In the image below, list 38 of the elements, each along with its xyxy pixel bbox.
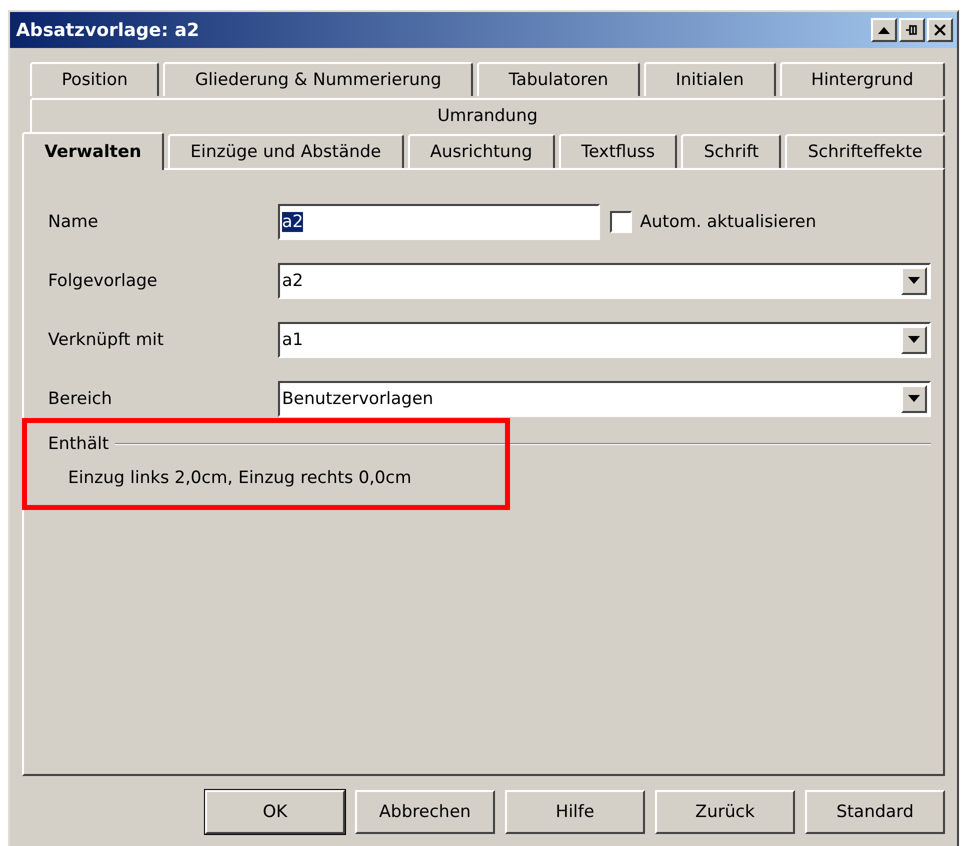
tab[interactable]: Initialen [644, 62, 776, 96]
checkbox-label: Autom. aktualisieren [640, 212, 816, 232]
tab[interactable]: Umrandung [30, 98, 945, 132]
contents-text: Einzug links 2,0cm, Einzug rechts 0,0cm [68, 468, 412, 488]
tab[interactable]: Schrifteffekte [785, 134, 945, 168]
field-label: Verknüpft mit [48, 330, 165, 350]
window-title: Absatzvorlage: a2 [16, 20, 200, 40]
tab[interactable]: Einzüge und Abstände [168, 134, 404, 168]
pin-button[interactable] [899, 18, 925, 42]
tab[interactable]: Ausrichtung [408, 134, 555, 168]
close-button[interactable] [927, 18, 953, 42]
name-field[interactable]: a2 [278, 204, 600, 240]
group-title: Enthält [48, 434, 109, 454]
dropdown-field[interactable]: Benutzervorlagen [278, 380, 931, 416]
dropdown-field[interactable]: a2 [278, 262, 931, 298]
roll-up-button[interactable] [871, 18, 897, 42]
tab[interactable]: Gliederung & Nummerierung [163, 62, 474, 96]
tab[interactable]: Position [30, 62, 160, 96]
checkbox[interactable] [610, 210, 632, 232]
pin-icon [905, 23, 919, 37]
dialog-button[interactable]: Zurück [655, 790, 795, 834]
field-label: Folgevorlage [48, 270, 158, 290]
tab[interactable]: Verwalten [22, 132, 164, 170]
dialog-button[interactable]: OK [205, 790, 345, 834]
field-label: Bereich [48, 388, 114, 408]
dropdown-arrow-icon [908, 395, 920, 402]
close-icon [934, 24, 946, 36]
tab[interactable]: Textfluss [558, 134, 678, 168]
dialog-button[interactable]: Abbrechen [355, 790, 495, 834]
tab[interactable]: Schrift [681, 134, 782, 168]
dropdown-field[interactable]: a1 [278, 322, 931, 358]
dropdown-arrow-icon [908, 336, 920, 343]
tab[interactable]: Hintergrund [780, 62, 946, 96]
field-label: Name [48, 212, 100, 232]
tab[interactable]: Tabulatoren [477, 62, 640, 96]
dialog-button[interactable]: Standard [805, 790, 945, 834]
dialog-button[interactable]: Hilfe [505, 790, 645, 834]
dropdown-arrow-icon [908, 277, 920, 284]
